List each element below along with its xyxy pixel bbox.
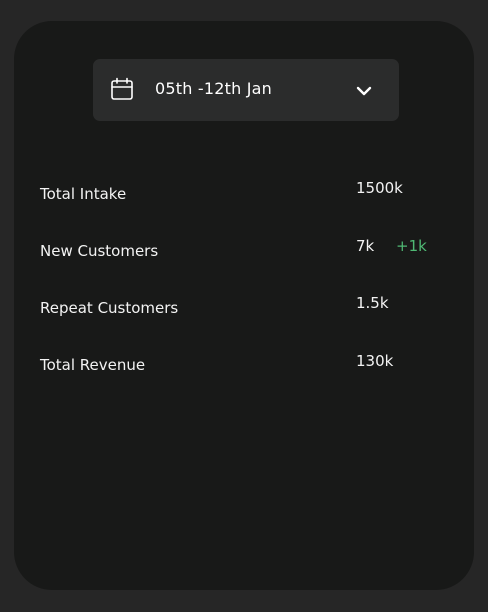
total-intake-value: 1500k bbox=[356, 179, 403, 197]
calendar-icon bbox=[111, 77, 133, 100]
stats-card: 05th -12th Jan Total Intake 1500k New Cu… bbox=[14, 21, 474, 590]
repeat-customers-value: 1.5k bbox=[356, 294, 389, 312]
date-range-dropdown[interactable]: 05th -12th Jan bbox=[93, 59, 399, 121]
total-revenue-value: 130k bbox=[356, 352, 394, 370]
total-intake-label: Total Intake bbox=[40, 185, 127, 203]
chevron-down-icon[interactable] bbox=[355, 82, 373, 100]
date-range-label: 05th -12th Jan bbox=[155, 79, 272, 98]
new-customers-label: New Customers bbox=[40, 242, 159, 260]
new-customers-change-badge: +1k bbox=[396, 237, 427, 255]
new-customers-value: 7k bbox=[356, 237, 375, 255]
repeat-customers-label: Repeat Customers bbox=[40, 299, 179, 317]
total-revenue-label: Total Revenue bbox=[40, 356, 146, 374]
